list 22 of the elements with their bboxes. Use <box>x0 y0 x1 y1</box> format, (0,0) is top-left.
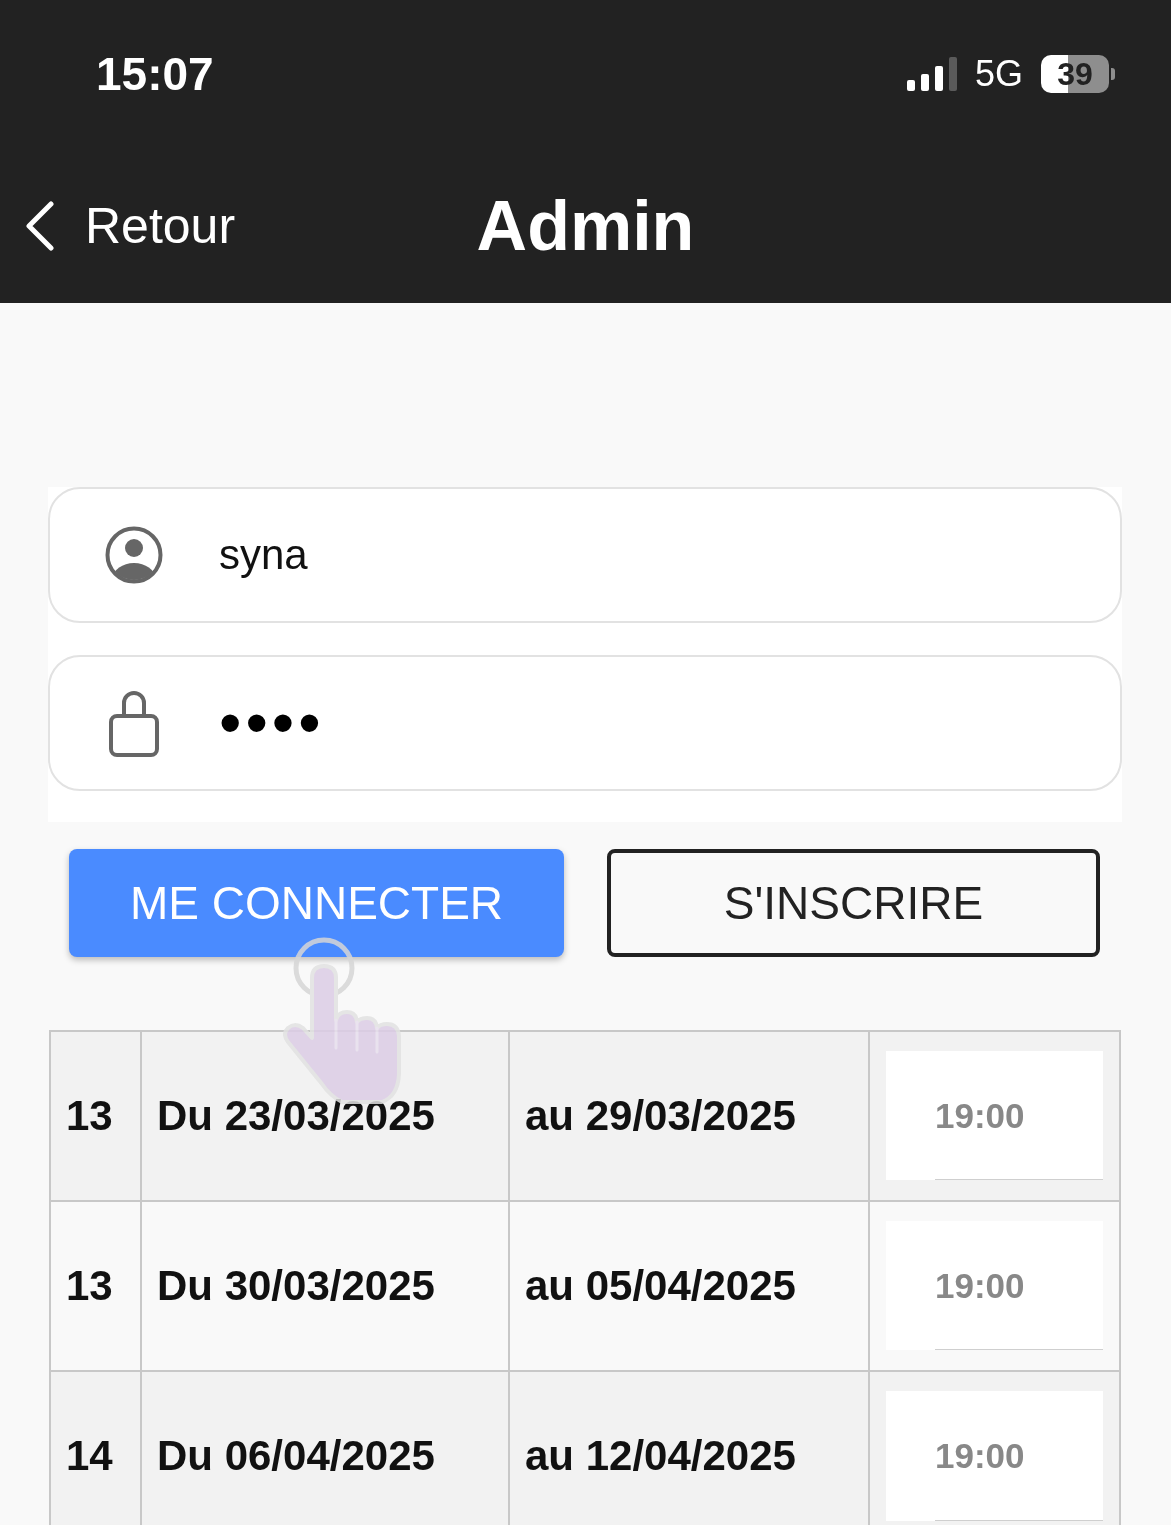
table-cell: 13 <box>49 1030 140 1200</box>
page-title: Admin <box>476 185 695 266</box>
table-cell: Du 30/03/2025 <box>140 1200 508 1370</box>
user-icon <box>105 526 163 584</box>
time-field[interactable]: 19:00 <box>886 1391 1103 1521</box>
table-cell: Du 06/04/2025 <box>140 1370 508 1525</box>
table-cell: au 12/04/2025 <box>508 1370 868 1525</box>
table-cell: 13 <box>49 1200 140 1370</box>
table-cell: 14 <box>49 1370 140 1525</box>
table-cell: au 29/03/2025 <box>508 1030 868 1200</box>
chevron-left-icon <box>25 200 55 251</box>
status-time: 15:07 <box>96 47 214 101</box>
lock-icon <box>109 689 159 757</box>
network-label: 5G <box>974 53 1023 95</box>
time-field[interactable]: 19:00 <box>886 1221 1103 1350</box>
table-cell: au 05/04/2025 <box>508 1200 868 1370</box>
signup-button[interactable]: S'INSCRIRE <box>607 849 1100 957</box>
signal-icon <box>906 57 957 91</box>
back-button[interactable]: Retour <box>0 196 236 255</box>
password-field[interactable]: •••• <box>48 655 1122 791</box>
time-field[interactable]: 19:00 <box>886 1051 1103 1180</box>
username-field[interactable]: syna <box>48 487 1122 623</box>
